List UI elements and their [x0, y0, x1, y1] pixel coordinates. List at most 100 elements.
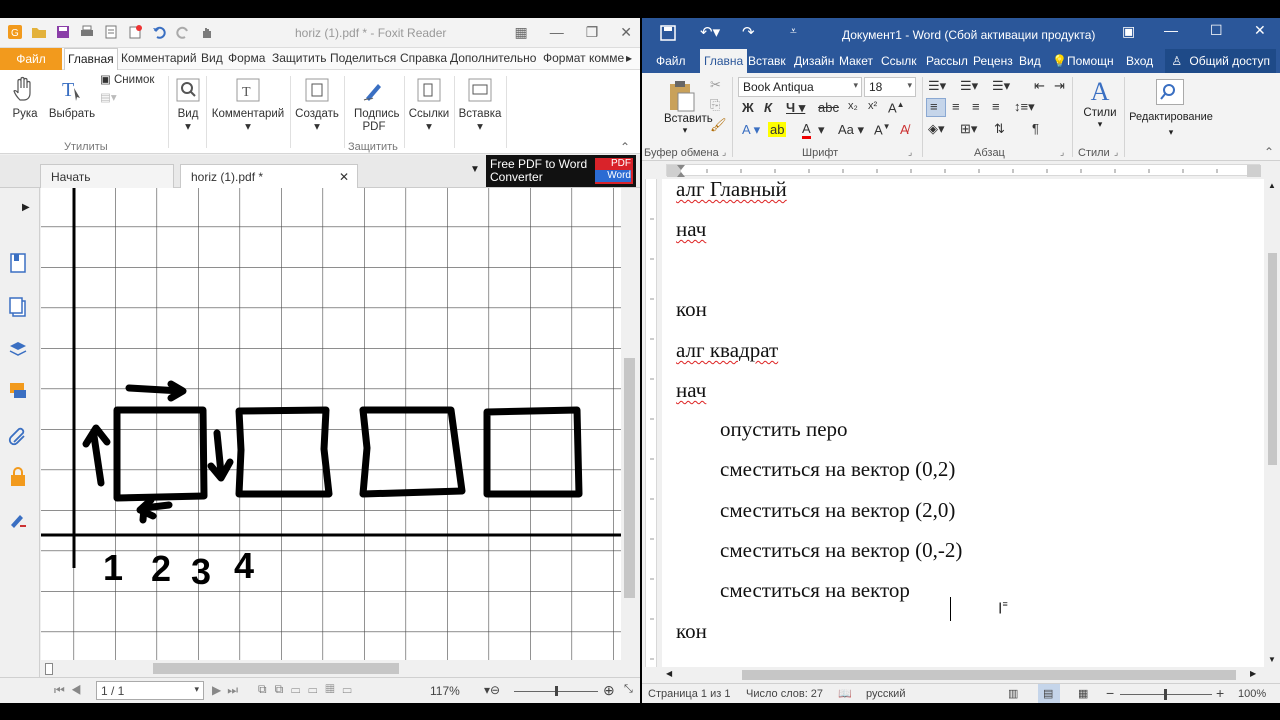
read-mode-icon[interactable]: ▥: [1008, 687, 1018, 700]
undo-icon[interactable]: ↶▾: [700, 23, 720, 41]
customize-qat-icon[interactable]: ⩡: [790, 24, 797, 39]
tab-list-chevron-icon[interactable]: ▼: [470, 164, 480, 175]
superscript-button[interactable]: x²: [868, 100, 877, 112]
doc-line-10[interactable]: сместиться на вектор: [720, 578, 910, 603]
zoom-in-icon[interactable]: +: [1216, 685, 1224, 701]
tab-home[interactable]: Главна: [700, 49, 748, 73]
pdf-page-canvas[interactable]: 1 2 3 4: [41, 188, 621, 660]
create-button[interactable]: Создать ▾: [294, 76, 340, 134]
next-last-page-icons[interactable]: ▶⏭: [212, 683, 244, 698]
zoom-slider-thumb[interactable]: [555, 686, 558, 696]
tab-tell-me[interactable]: 💡Помощн: [1052, 54, 1114, 68]
scroll-thumb[interactable]: [1268, 253, 1277, 465]
doc-line-3[interactable]: кон: [676, 297, 707, 322]
zoom-level[interactable]: 100%: [1238, 688, 1266, 700]
print-icon[interactable]: [78, 23, 96, 41]
font-name-combo[interactable]: Book Antiqua: [738, 77, 862, 97]
word-count[interactable]: Число слов: 27: [746, 688, 823, 700]
numbering-icon[interactable]: ☰▾: [960, 78, 978, 94]
shrink-font-icon[interactable]: A▼: [874, 122, 891, 137]
tab-comment[interactable]: Комментарий: [121, 51, 197, 65]
doc-line-5[interactable]: нач: [676, 378, 706, 403]
document-page[interactable]: алг Главный нач кон алг квадрат нач опус…: [662, 179, 1264, 667]
hand-tool-icon[interactable]: [198, 23, 216, 41]
zoom-out-icon[interactable]: −: [1106, 685, 1114, 701]
proofing-icon[interactable]: 📖: [838, 687, 852, 700]
bookmark-icon[interactable]: [8, 252, 30, 274]
pages-icon[interactable]: [8, 296, 30, 318]
scroll-up-icon[interactable]: ▲: [1268, 181, 1276, 190]
multilevel-list-icon[interactable]: ☰▾: [992, 78, 1010, 94]
collapse-ribbon-icon[interactable]: ⌃: [620, 140, 630, 154]
language[interactable]: русский: [866, 688, 905, 700]
horizontal-scroll-thumb[interactable]: [153, 663, 399, 674]
justify-icon[interactable]: ≡: [992, 99, 1000, 114]
snapshot-button[interactable]: ▣ Снимок: [100, 74, 166, 87]
tab-extras[interactable]: Дополнительно: [450, 51, 536, 65]
font-color-icon[interactable]: A: [802, 122, 811, 139]
page-layout-icons[interactable]: ⧉⧉▭▭▦▭: [258, 682, 360, 697]
tab-form[interactable]: Форма: [228, 51, 265, 65]
tab-file[interactable]: Файл: [0, 48, 62, 70]
tab-mailings[interactable]: Рассыл: [926, 54, 968, 68]
undo-icon[interactable]: [150, 23, 168, 41]
borders-icon[interactable]: ⊞▾: [960, 121, 977, 137]
show-marks-icon[interactable]: ¶: [1032, 121, 1039, 136]
styles-button[interactable]: A Стили ▾: [1080, 77, 1120, 130]
copy-icon[interactable]: ⎘: [710, 97, 720, 113]
highlight-icon[interactable]: ab: [768, 122, 787, 137]
tab-horiz-pdf[interactable]: horiz (1).pdf * ✕: [180, 164, 358, 188]
share-button[interactable]: ♙ Общий доступ: [1165, 49, 1276, 73]
word-horizontal-scrollbar[interactable]: ◀ ▶: [662, 667, 1264, 683]
web-layout-icon[interactable]: ▦: [1078, 687, 1088, 700]
maximize-icon[interactable]: ☐: [1210, 22, 1223, 39]
open-icon[interactable]: [30, 23, 48, 41]
tab-home[interactable]: Главная: [64, 48, 118, 70]
tab-references[interactable]: Ссылк: [881, 54, 917, 68]
line-spacing-icon[interactable]: ↕≡▾: [1014, 99, 1035, 115]
increase-indent-icon[interactable]: ⇥: [1054, 78, 1065, 94]
tab-share[interactable]: Поделиться: [330, 51, 396, 65]
signature-panel-icon[interactable]: [8, 508, 30, 530]
tab-view[interactable]: Вид: [201, 51, 223, 65]
doc-line-11[interactable]: кон: [676, 619, 707, 644]
zoom-in-icon[interactable]: ⊕: [603, 682, 615, 699]
tab-start[interactable]: Начать: [40, 164, 174, 188]
dialog-launcher-icon[interactable]: ⌟: [722, 147, 726, 158]
save-icon[interactable]: [54, 23, 72, 41]
close-icon[interactable]: ✕: [1254, 22, 1266, 39]
close-tab-icon[interactable]: ✕: [339, 170, 349, 184]
tab-review[interactable]: Реценз: [973, 54, 1013, 68]
text-effects-icon[interactable]: A ▾: [742, 122, 760, 138]
close-icon[interactable]: ✕: [620, 24, 632, 41]
foxit-horizontal-scrollbar[interactable]: [41, 660, 621, 677]
tab-layout[interactable]: Макет: [839, 54, 873, 68]
shading-icon[interactable]: ◈▾: [928, 121, 945, 137]
select-button[interactable]: T Выбрать: [48, 76, 96, 121]
doc-line-7[interactable]: сместиться на вектор (0,2): [720, 457, 955, 482]
vertical-ruler[interactable]: [642, 179, 660, 667]
tab-file[interactable]: Файл: [656, 54, 686, 68]
tab-insert[interactable]: Вставк: [748, 54, 786, 68]
tab-view[interactable]: Вид: [1019, 54, 1041, 68]
view-button[interactable]: Вид ▾: [174, 76, 202, 134]
zoom-level[interactable]: 117%: [430, 684, 460, 698]
maximize-icon[interactable]: ❐: [586, 24, 599, 41]
insert-button[interactable]: Вставка ▾: [457, 76, 503, 134]
dialog-launcher-icon[interactable]: ⌟: [908, 147, 912, 158]
align-center-icon[interactable]: ≡: [952, 99, 960, 114]
links-button[interactable]: Ссылки ▾: [408, 76, 450, 134]
collapse-ribbon-icon[interactable]: ⌃: [1264, 145, 1274, 159]
doc-line-9[interactable]: сместиться на вектор (0,-2): [720, 538, 962, 563]
comment-button[interactable]: T Комментарий ▾: [210, 76, 286, 134]
strikethrough-button[interactable]: abc: [818, 100, 839, 115]
doc-line-2[interactable]: нач: [676, 217, 706, 242]
sort-icon[interactable]: ⇅: [994, 121, 1005, 137]
sign-pdf-button[interactable]: Подпись PDF: [346, 76, 402, 134]
hand-button[interactable]: Рука: [8, 76, 42, 121]
tab-scroll-right-icon[interactable]: ▸: [626, 51, 632, 65]
chevron-down-icon[interactable]: ▾: [818, 122, 825, 138]
tab-comment-format[interactable]: Формат комме: [543, 51, 624, 65]
italic-button[interactable]: К: [764, 100, 772, 115]
doc-line-4[interactable]: алг квадрат: [676, 338, 778, 363]
